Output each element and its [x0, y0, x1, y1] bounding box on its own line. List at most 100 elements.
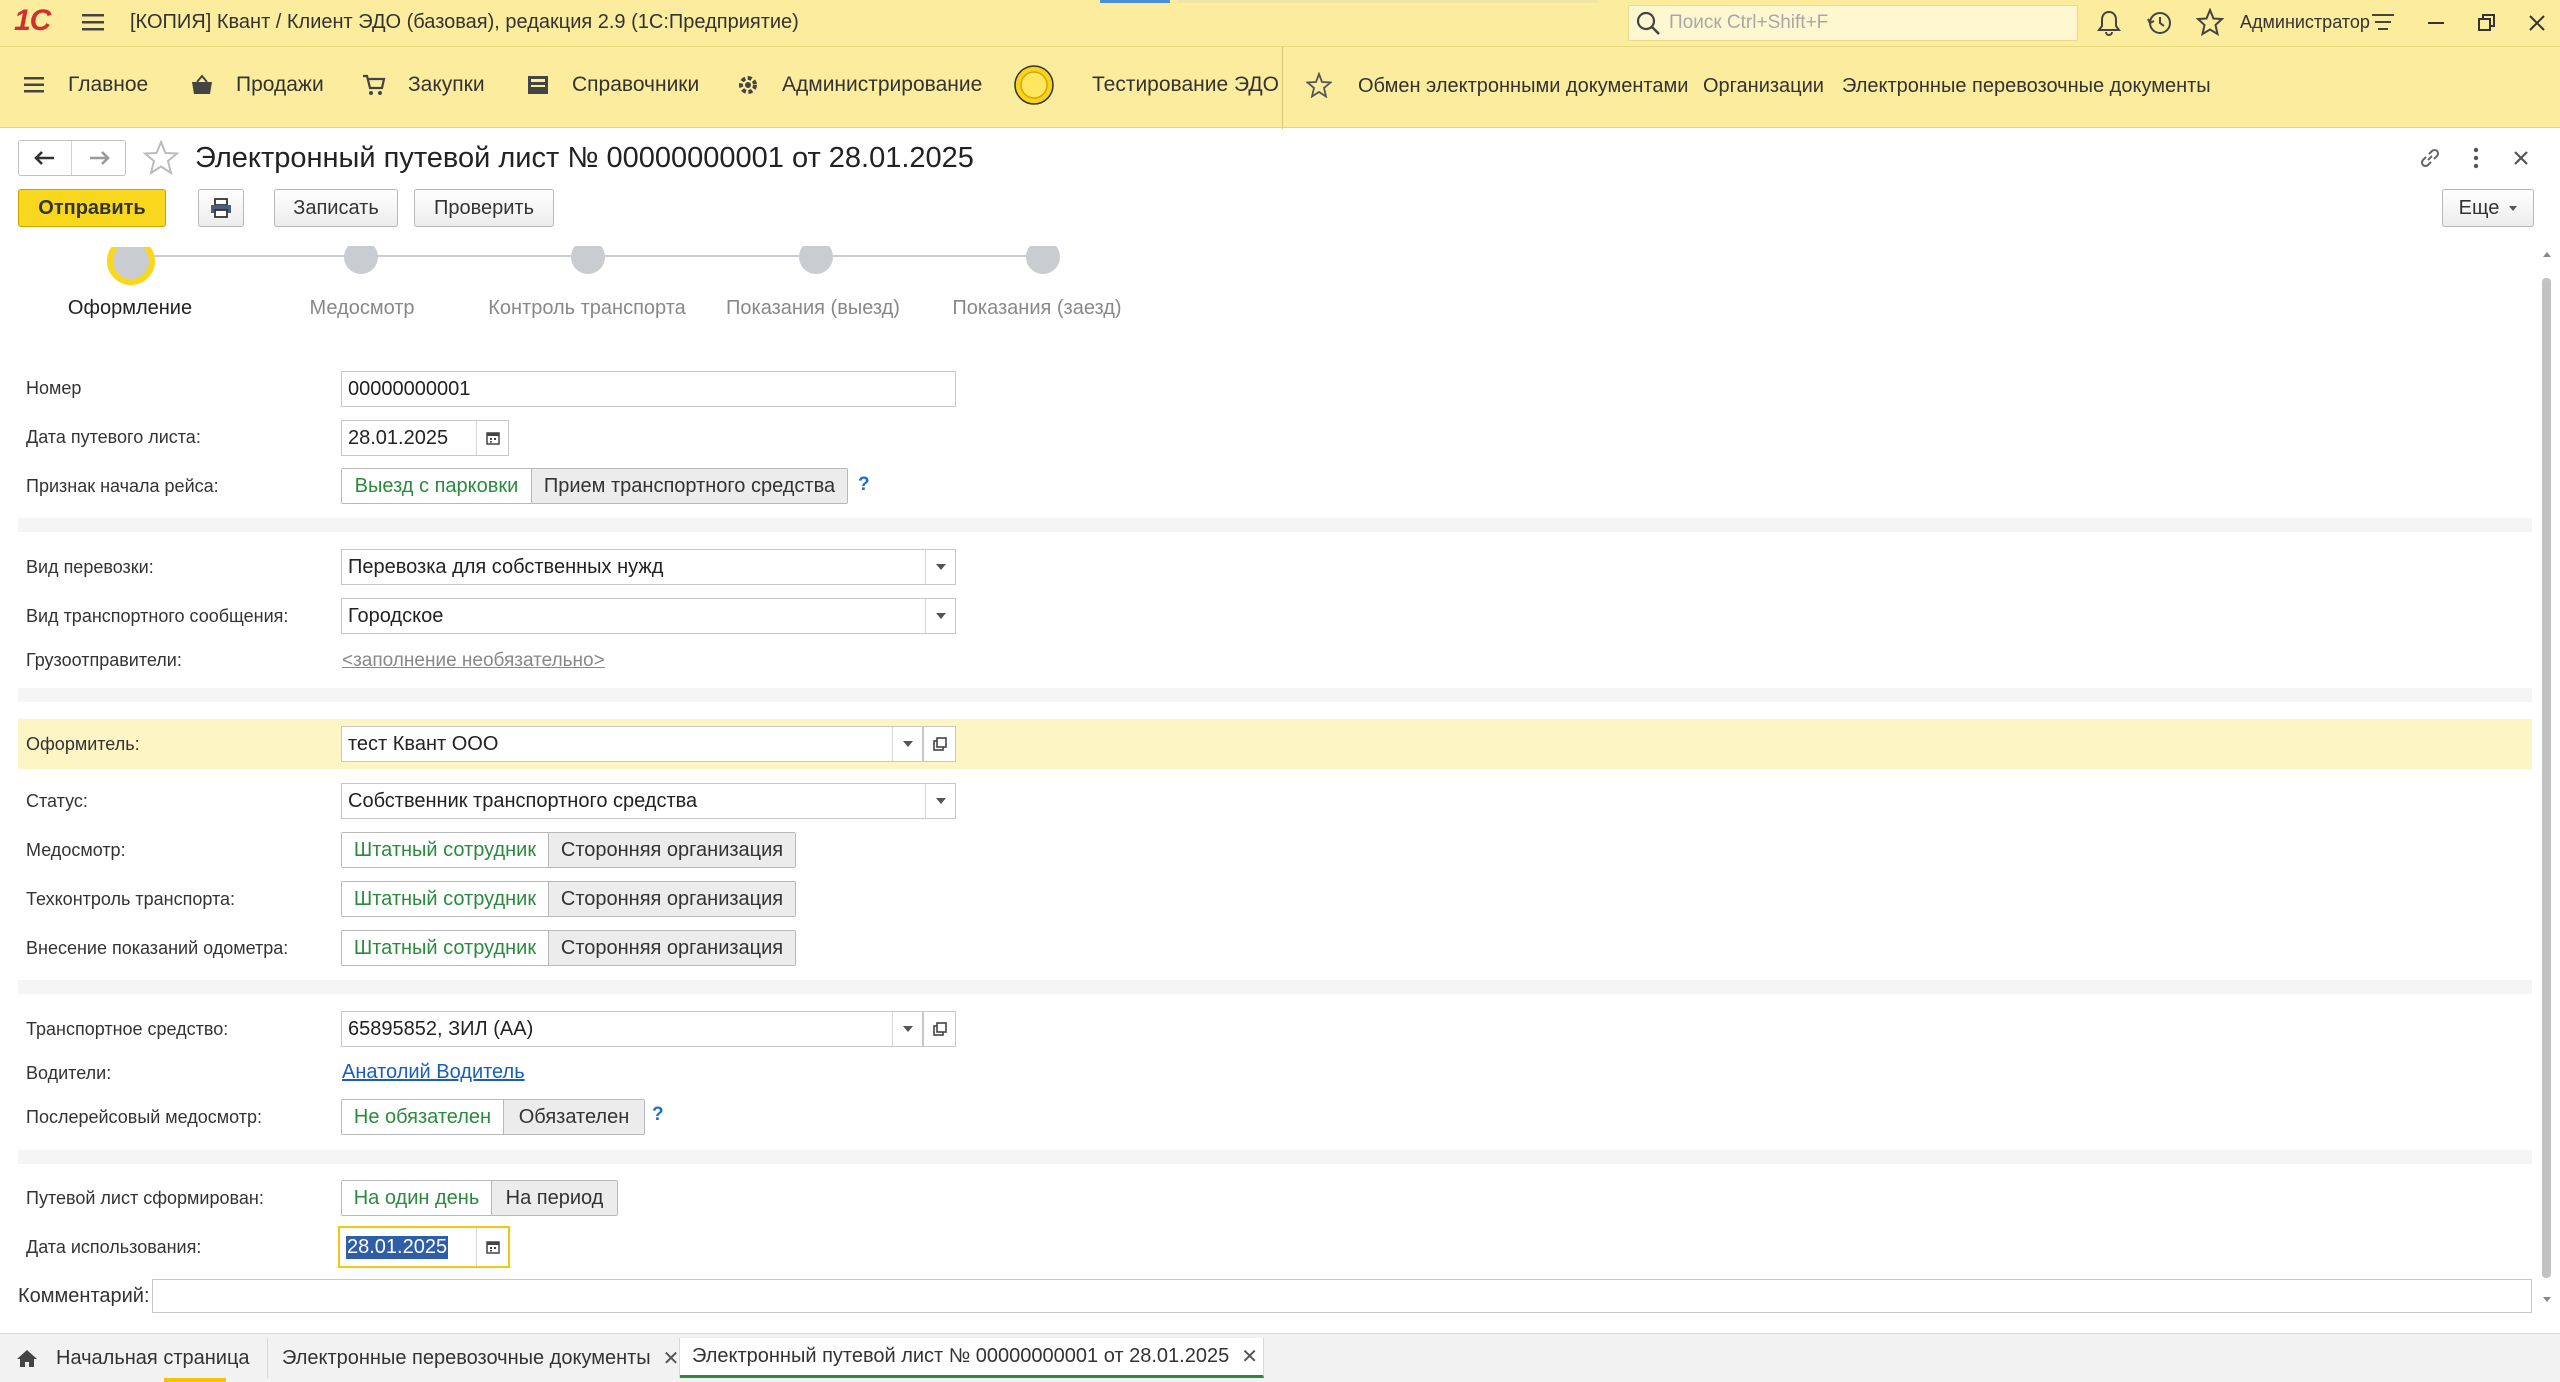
favorites-star-icon[interactable]	[1305, 71, 1333, 103]
favorite-organizations[interactable]: Организации	[1703, 75, 1824, 98]
use-date-value: 28.01.2025	[346, 1235, 449, 1259]
home-icon	[17, 1350, 37, 1367]
transport-kind-select[interactable]: Перевозка для собственных нужд	[341, 549, 956, 585]
hamburger-icon[interactable]	[82, 12, 104, 37]
step-2-dot[interactable]	[344, 246, 378, 274]
circle-icon	[1014, 65, 1054, 105]
vehicle-select[interactable]: 65895852, ЗИЛ (АА)	[341, 1011, 923, 1047]
step-1-dot[interactable]	[107, 247, 155, 285]
vehicle-value: 65895852, ЗИЛ (АА)	[348, 1017, 534, 1040]
print-button[interactable]	[198, 189, 244, 227]
form-menu-icon[interactable]	[2472, 146, 2480, 175]
link-icon[interactable]	[2418, 146, 2442, 175]
communication-kind-select[interactable]: Городское	[341, 598, 956, 634]
step-1-label[interactable]: Оформление	[68, 297, 192, 320]
section-references[interactable]: Справочники	[526, 73, 699, 97]
section-sales[interactable]: Продажи	[190, 73, 324, 97]
global-search-input[interactable]: Поиск Ctrl+Shift+F	[1628, 5, 2078, 41]
check-button[interactable]: Проверить	[414, 189, 554, 227]
tab-transport-docs[interactable]: Электронные перевозочные документы ✕	[268, 1338, 680, 1378]
vehicle-dropdown[interactable]	[892, 1012, 922, 1046]
history-icon[interactable]	[2146, 9, 2174, 42]
vertical-scrollbar[interactable]	[2540, 248, 2554, 1308]
step-3-dot[interactable]	[571, 246, 605, 274]
post-trip-medical-help[interactable]: ?	[652, 1104, 664, 1126]
step-5-dot[interactable]	[1026, 246, 1060, 274]
use-date-field[interactable]: 28.01.2025	[338, 1226, 510, 1268]
scroll-down-arrow[interactable]	[2543, 1297, 2551, 1302]
app-logo[interactable]: 1С	[14, 4, 51, 38]
favorite-edo-exchange[interactable]: Обмен электронными документами	[1358, 75, 1688, 98]
trip-start-label: Признак начала рейса:	[26, 476, 219, 496]
odometer-option-staff[interactable]: Штатный сотрудник	[342, 931, 549, 965]
odometer-option-external[interactable]: Сторонняя организация	[549, 931, 795, 965]
use-date-calendar-button[interactable]	[476, 1228, 508, 1266]
favorite-transport-docs[interactable]: Электронные перевозочные документы	[1842, 75, 2211, 98]
status-dropdown[interactable]	[925, 784, 955, 818]
forward-button[interactable]	[72, 141, 125, 175]
trip-start-option-accept[interactable]: Прием транспортного средства	[532, 469, 847, 503]
section-administration[interactable]: Администрирование	[736, 73, 982, 97]
transport-kind-value: Перевозка для собственных нужд	[348, 555, 664, 578]
section-main[interactable]: Главное	[24, 73, 148, 97]
step-3-label[interactable]: Контроль транспорта	[488, 297, 686, 320]
formed-option-one-day[interactable]: На один день	[342, 1181, 492, 1215]
post-trip-option-required[interactable]: Обязателен	[504, 1100, 644, 1134]
comment-input[interactable]	[152, 1279, 2532, 1313]
trip-start-toggle: Выезд с парковки Прием транспортного сре…	[341, 468, 848, 504]
step-4-dot[interactable]	[799, 246, 833, 274]
tech-control-option-staff[interactable]: Штатный сотрудник	[342, 882, 549, 916]
trip-start-option-parking[interactable]: Выезд с парковки	[342, 469, 532, 503]
communication-kind-value: Городское	[348, 604, 444, 627]
favorite-form-star-icon[interactable]	[142, 139, 180, 181]
cart-icon	[363, 74, 386, 95]
transport-kind-dropdown[interactable]	[925, 550, 955, 584]
window-title: [КОПИЯ] Квант / Клиент ЭДО (базовая), ре…	[130, 11, 799, 33]
section-label: Администрирование	[782, 73, 983, 96]
more-button[interactable]: Еще	[2442, 189, 2534, 227]
tab-waybill[interactable]: Электронный путевой лист № 00000000001 о…	[680, 1338, 1264, 1378]
current-user[interactable]: Администратор	[2240, 12, 2370, 33]
close-form-icon[interactable]	[2512, 149, 2530, 172]
medical-option-staff[interactable]: Штатный сотрудник	[342, 833, 549, 867]
step-5-label[interactable]: Показания (заезд)	[952, 297, 1121, 320]
bell-icon[interactable]	[2096, 9, 2122, 42]
restore-icon[interactable]	[2478, 14, 2496, 37]
close-tab-icon[interactable]: ✕	[663, 1346, 680, 1371]
issuer-dropdown[interactable]	[892, 727, 922, 761]
tech-control-option-external[interactable]: Сторонняя организация	[549, 882, 795, 916]
shippers-link[interactable]: <заполнение необязательно>	[342, 650, 605, 672]
section-edo-testing[interactable]: Тестирование ЭДО	[1012, 63, 1279, 107]
save-button[interactable]: Записать	[274, 189, 398, 227]
scroll-thumb[interactable]	[2542, 278, 2551, 1278]
post-trip-option-not-required[interactable]: Не обязателен	[342, 1100, 504, 1134]
medical-option-external[interactable]: Сторонняя организация	[549, 833, 795, 867]
close-window-icon[interactable]	[2528, 14, 2546, 37]
issuer-select[interactable]: тест Квант ООО	[341, 726, 923, 762]
section-label: Справочники	[572, 73, 700, 96]
issuer-open-button[interactable]	[923, 726, 956, 762]
chevron-down-icon	[935, 564, 946, 570]
back-button[interactable]	[19, 141, 73, 175]
star-icon[interactable]	[2195, 7, 2225, 41]
date-value: 28.01.2025	[348, 426, 449, 449]
user-menu-icon[interactable]	[2372, 13, 2394, 38]
minimize-icon[interactable]	[2428, 22, 2444, 24]
trip-start-help[interactable]: ?	[858, 474, 870, 496]
send-button[interactable]: Отправить	[18, 189, 166, 227]
formed-option-period[interactable]: На период	[492, 1181, 617, 1215]
communication-kind-dropdown[interactable]	[925, 599, 955, 633]
date-field[interactable]: 28.01.2025	[341, 420, 509, 456]
number-field[interactable]: 00000000001	[341, 371, 956, 407]
section-purchases[interactable]: Закупки	[362, 73, 485, 97]
status-select[interactable]: Собственник транспортного средства	[341, 783, 956, 819]
drivers-link[interactable]: Анатолий Водитель	[342, 1061, 525, 1084]
step-4-label[interactable]: Показания (выезд)	[726, 297, 900, 320]
scroll-up-arrow[interactable]	[2543, 252, 2551, 257]
calendar-button[interactable]	[476, 421, 508, 455]
close-tab-icon[interactable]: ✕	[1241, 1344, 1258, 1369]
tab-home[interactable]: Начальная страница	[0, 1338, 268, 1378]
step-2-label[interactable]: Медосмотр	[309, 297, 414, 320]
date-label: Дата путевого листа:	[26, 427, 201, 447]
vehicle-open-button[interactable]	[923, 1011, 956, 1047]
